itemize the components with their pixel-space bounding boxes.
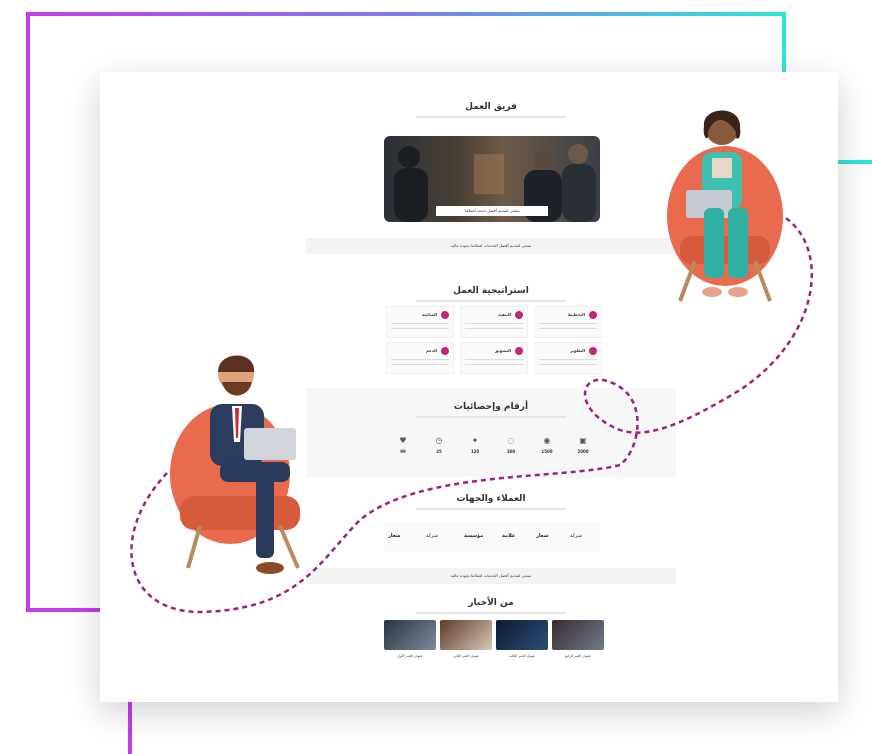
chair-leg xyxy=(186,525,202,569)
man-on-chair-illustration xyxy=(170,355,300,574)
woman-leg xyxy=(728,208,748,278)
chair-leg xyxy=(278,525,300,569)
man-hair xyxy=(218,355,255,372)
laptop-icon xyxy=(244,428,296,460)
chair-seat xyxy=(680,236,770,264)
chair-seat xyxy=(180,496,300,530)
woman-shirt xyxy=(712,158,732,178)
man-shoe xyxy=(256,562,284,574)
woman-shoe xyxy=(702,287,722,297)
woman-leg xyxy=(704,208,724,278)
man-leg xyxy=(256,476,274,558)
woman-on-chair-illustration xyxy=(667,110,783,302)
man-leg xyxy=(220,462,290,482)
woman-shoe xyxy=(728,287,748,297)
man-beard xyxy=(222,382,252,396)
